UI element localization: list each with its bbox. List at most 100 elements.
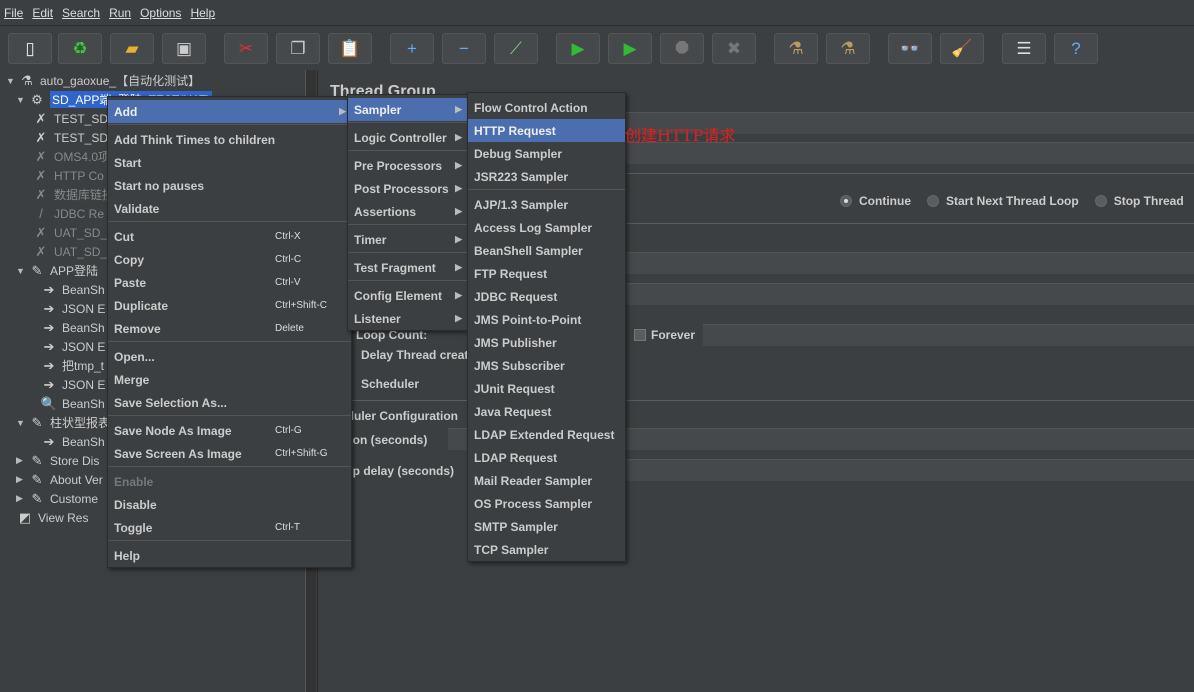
reset-search-button[interactable]: 🧹	[940, 33, 984, 64]
expand-toggle-icon[interactable]: ▼	[16, 418, 28, 428]
start-no-pauses-button[interactable]: ▶	[608, 33, 652, 64]
collapse-button[interactable]: −	[442, 33, 486, 64]
menu-item-java-request[interactable]: Java Request	[468, 400, 625, 423]
radio-icon[interactable]	[1094, 195, 1107, 207]
menu-item-assertions[interactable]: Assertions ▶	[348, 200, 467, 223]
tree-node[interactable]: / JDBC Re	[32, 204, 104, 223]
new-button[interactable]: ▯	[8, 33, 52, 64]
menu-item-tcp-sampler[interactable]: TCP Sampler	[468, 538, 625, 561]
menu-item-logic-controller[interactable]: Logic Controller ▶	[348, 126, 467, 149]
tree-node[interactable]: ▼ ⚗ auto_gaoxue_【自动化测试】	[6, 71, 200, 90]
menu-item-ldap-extended-request[interactable]: LDAP Extended Request	[468, 423, 625, 446]
tree-node[interactable]: ▶ ✎ About Ver	[16, 470, 103, 489]
radio-icon[interactable]	[927, 195, 939, 207]
tree-node[interactable]: ▶ ✎ Store Dis	[16, 451, 99, 470]
tree-node[interactable]: ➔ BeanSh	[40, 318, 105, 337]
menu-search[interactable]: Search	[62, 6, 100, 20]
menu-item-pre-processors[interactable]: Pre Processors ▶	[348, 154, 467, 177]
expand-toggle-icon[interactable]: ▶	[16, 455, 28, 466]
expand-toggle-icon[interactable]: ▶	[16, 474, 28, 485]
menu-item-duplicate[interactable]: Duplicate Ctrl+Shift-C	[108, 294, 351, 317]
menu-item-sampler[interactable]: Sampler ▶	[348, 98, 467, 121]
function-helper-button[interactable]: ☰	[1002, 33, 1046, 64]
scheduler-checkbox[interactable]: Scheduler	[361, 377, 419, 391]
expand-button[interactable]: +	[390, 33, 434, 64]
start-button[interactable]: ▶	[556, 33, 600, 64]
copy-button[interactable]: ❐	[276, 33, 320, 64]
tree-node[interactable]: ➔ BeanSh	[40, 280, 105, 299]
menu-item-add-think-times-to-children[interactable]: Add Think Times to children	[108, 128, 351, 151]
templates-button[interactable]: ♻	[58, 33, 102, 64]
tree-node[interactable]: ▶ ✎ Custome	[16, 489, 98, 508]
menu-item-start-no-pauses[interactable]: Start no pauses	[108, 174, 351, 197]
open-button[interactable]: ▰	[110, 33, 154, 64]
expand-toggle-icon[interactable]: ▼	[6, 76, 18, 86]
menu-item-enable[interactable]: Enable	[108, 470, 351, 493]
expand-toggle-icon[interactable]: ▶	[16, 493, 28, 504]
menu-file[interactable]: File	[4, 6, 23, 20]
tree-node[interactable]: ✗ HTTP Co	[32, 166, 104, 185]
paste-button[interactable]: 📋	[328, 33, 372, 64]
menu-item-add[interactable]: Add ▶	[108, 100, 351, 123]
search-button[interactable]: 👓	[888, 33, 932, 64]
menu-item-copy[interactable]: Copy Ctrl-C	[108, 248, 351, 271]
menu-run[interactable]: Run	[109, 6, 131, 20]
tree-node[interactable]: ◩ View Res	[16, 508, 89, 527]
tree-node[interactable]: ▼ ✎ APP登陆	[16, 261, 98, 280]
radio-start-next-thread-loop[interactable]: Start Next Thread Loop	[927, 194, 1079, 208]
menu-item-ajp-1-3-sampler[interactable]: AJP/1.3 Sampler	[468, 193, 625, 216]
menu-item-junit-request[interactable]: JUnit Request	[468, 377, 625, 400]
toggle-button[interactable]: ⟋	[494, 33, 538, 64]
cut-button[interactable]: ✂	[224, 33, 268, 64]
menu-item-merge[interactable]: Merge	[108, 368, 351, 391]
tree-node[interactable]: ➔ BeanSh	[40, 432, 105, 451]
menu-item-save-screen-as-image[interactable]: Save Screen As Image Ctrl+Shift-G	[108, 442, 351, 465]
save-button[interactable]: ▣	[162, 33, 206, 64]
menu-item-ftp-request[interactable]: FTP Request	[468, 262, 625, 285]
menu-item-test-fragment[interactable]: Test Fragment ▶	[348, 256, 467, 279]
tree-node[interactable]: 🔍 BeanSh	[40, 394, 105, 413]
help-button[interactable]: ?	[1054, 33, 1098, 64]
menu-help[interactable]: Help	[190, 6, 215, 20]
menu-item-beanshell-sampler[interactable]: BeanShell Sampler	[468, 239, 625, 262]
menu-item-open[interactable]: Open...	[108, 345, 351, 368]
tree-node[interactable]: ✗ UAT_SD_	[32, 242, 108, 261]
tree-node[interactable]: ✗ TEST_SD	[32, 109, 108, 128]
tree-node[interactable]: ➔ 把tmp_t	[40, 356, 104, 375]
menu-item-http-request[interactable]: HTTP Request	[468, 119, 625, 142]
expand-toggle-icon[interactable]: ▼	[16, 266, 28, 276]
menu-item-toggle[interactable]: Toggle Ctrl-T	[108, 516, 351, 539]
tree-node[interactable]: ➔ JSON E	[40, 299, 106, 318]
menu-item-help[interactable]: Help	[108, 544, 351, 567]
menu-item-save-selection-as[interactable]: Save Selection As...	[108, 391, 351, 414]
menu-item-remove[interactable]: Remove Delete	[108, 317, 351, 340]
menu-item-jdbc-request[interactable]: JDBC Request	[468, 285, 625, 308]
checkbox-icon[interactable]	[634, 329, 646, 341]
menu-item-paste[interactable]: Paste Ctrl-V	[108, 271, 351, 294]
tree-node[interactable]: ✗ UAT_SD_	[32, 223, 108, 242]
menu-item-jsr223-sampler[interactable]: JSR223 Sampler	[468, 165, 625, 188]
clear-all-button[interactable]: ⚗	[826, 33, 870, 64]
menu-edit[interactable]: Edit	[32, 6, 53, 20]
expand-toggle-icon[interactable]: ▼	[16, 95, 28, 105]
menu-item-jms-point-to-point[interactable]: JMS Point-to-Point	[468, 308, 625, 331]
menu-item-jms-subscriber[interactable]: JMS Subscriber	[468, 354, 625, 377]
menu-item-cut[interactable]: Cut Ctrl-X	[108, 225, 351, 248]
menu-item-access-log-sampler[interactable]: Access Log Sampler	[468, 216, 625, 239]
loop-count-field[interactable]	[703, 324, 1194, 346]
menu-item-validate[interactable]: Validate	[108, 197, 351, 220]
radio-icon[interactable]	[840, 195, 852, 207]
menu-item-debug-sampler[interactable]: Debug Sampler	[468, 142, 625, 165]
tree-node[interactable]: ▼ ✎ 柱状型报表	[16, 413, 110, 432]
tree-node[interactable]: ✗ 数据库链接	[32, 185, 114, 204]
menu-item-jms-publisher[interactable]: JMS Publisher	[468, 331, 625, 354]
menu-item-config-element[interactable]: Config Element ▶	[348, 284, 467, 307]
radio-continue[interactable]: Continue	[840, 194, 911, 208]
menu-item-start[interactable]: Start	[108, 151, 351, 174]
tree-node[interactable]: ✗ TEST_SD	[32, 128, 108, 147]
tree-node[interactable]: ➔ JSON E	[40, 337, 106, 356]
menu-item-listener[interactable]: Listener ▶	[348, 307, 467, 330]
radio-stop-thread[interactable]: Stop Thread	[1094, 194, 1184, 208]
menu-options[interactable]: Options	[140, 6, 181, 20]
menu-item-smtp-sampler[interactable]: SMTP Sampler	[468, 515, 625, 538]
